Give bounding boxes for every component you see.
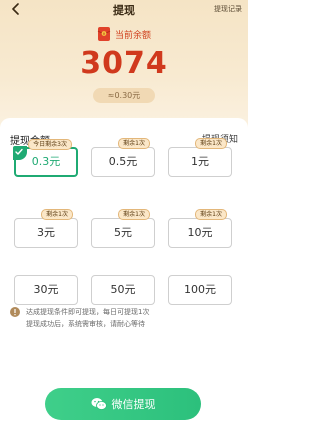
amount-option-0-5[interactable]: 剩余1次 0.5元	[91, 138, 155, 177]
amount-option-5[interactable]: 剩余1次 5元	[91, 209, 155, 248]
remaining-badge: 剩余1次	[195, 209, 227, 220]
remaining-badge: 剩余1次	[195, 138, 227, 149]
withdraw-history-link[interactable]: 提现记录	[214, 4, 242, 14]
amount-label: 10元	[187, 226, 213, 239]
withdraw-card: 提现金额 提现须知 今日剩余3次 0.3元 剩余1次 0.5元 剩余1次 1元 …	[0, 118, 248, 428]
remaining-badge: 今日剩余3次	[28, 139, 72, 150]
balance-equivalent: ≈0.30元	[93, 88, 155, 103]
balance-value: 3074	[80, 46, 168, 81]
wechat-withdraw-button[interactable]: 微信提现	[45, 388, 201, 420]
info-line-2: 提现成功后，系统需审核，请耐心等待	[26, 320, 145, 328]
amount-option-10[interactable]: 剩余1次 10元	[168, 209, 232, 248]
amount-option-0-3[interactable]: 今日剩余3次 0.3元	[13, 139, 78, 177]
amount-label: 50元	[110, 283, 136, 296]
wechat-icon	[91, 398, 107, 410]
selected-check-icon	[13, 146, 27, 160]
amount-option-100[interactable]: 100元	[168, 275, 232, 305]
remaining-badge: 剩余1次	[118, 138, 150, 149]
info-line-1: 达成提现条件即可提现，每日可提现1次	[26, 308, 150, 316]
amount-option-30[interactable]: 30元	[14, 275, 78, 305]
balance-label: 当前余额	[114, 30, 151, 41]
amount-label: 0.3元	[31, 155, 61, 168]
amount-label: 3元	[37, 226, 55, 239]
remaining-badge: 剩余1次	[41, 209, 73, 220]
remaining-badge: 剩余1次	[118, 209, 150, 220]
wechat-withdraw-label: 微信提现	[111, 398, 156, 411]
red-envelope-icon: ¥	[97, 27, 111, 41]
amount-label: 100元	[184, 283, 216, 296]
info-text: 达成提现条件即可提现，每日可提现1次 提现成功后，系统需审核，请耐心等待	[26, 306, 194, 330]
amount-label: 5元	[114, 226, 132, 239]
info-icon	[10, 307, 20, 317]
page-title: 提现	[113, 4, 135, 17]
amount-label: 0.5元	[108, 155, 138, 168]
amount-label: 30元	[33, 283, 59, 296]
amount-label: 1元	[191, 155, 209, 168]
amount-option-50[interactable]: 50元	[91, 275, 155, 305]
nav-bar: 提现 提现记录	[0, 0, 248, 20]
balance-label-row: ¥ 当前余额	[0, 26, 248, 42]
amount-option-3[interactable]: 剩余1次 3元	[14, 209, 78, 248]
amount-option-1[interactable]: 剩余1次 1元	[168, 138, 232, 177]
